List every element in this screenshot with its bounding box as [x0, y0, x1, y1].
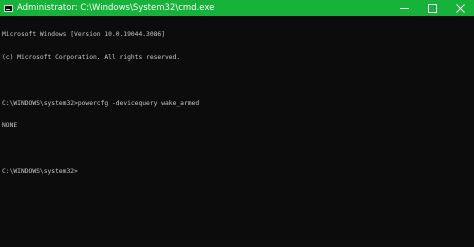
- cmd-icon: [4, 4, 13, 12]
- window-title: Administrator: C:\Windows\System32\cmd.e…: [17, 3, 215, 13]
- title-bar[interactable]: Administrator: C:\Windows\System32\cmd.e…: [0, 0, 474, 16]
- vertical-scrollbar[interactable]: [465, 16, 474, 247]
- console-line: Microsoft Windows [Version 10.0.19044.30…: [2, 31, 166, 39]
- console-line: (c) Microsoft Corporation. All rights re…: [2, 53, 181, 61]
- minimize-icon: [399, 7, 409, 9]
- maximize-button[interactable]: [418, 0, 446, 16]
- console-line: C:\WINDOWS\system32>powercfg -devicequer…: [2, 99, 200, 107]
- console-line: NONE: [2, 122, 18, 130]
- close-button[interactable]: [446, 0, 474, 16]
- console-prompt: C:\WINDOWS\system32>: [2, 167, 78, 175]
- console-output[interactable]: Microsoft Windows [Version 10.0.19044.30…: [0, 16, 465, 247]
- maximize-icon: [427, 3, 437, 13]
- close-icon: [455, 3, 465, 13]
- minimize-button[interactable]: [390, 0, 418, 16]
- cmd-window: Administrator: C:\Windows\System32\cmd.e…: [0, 0, 474, 247]
- window-controls: [390, 0, 474, 16]
